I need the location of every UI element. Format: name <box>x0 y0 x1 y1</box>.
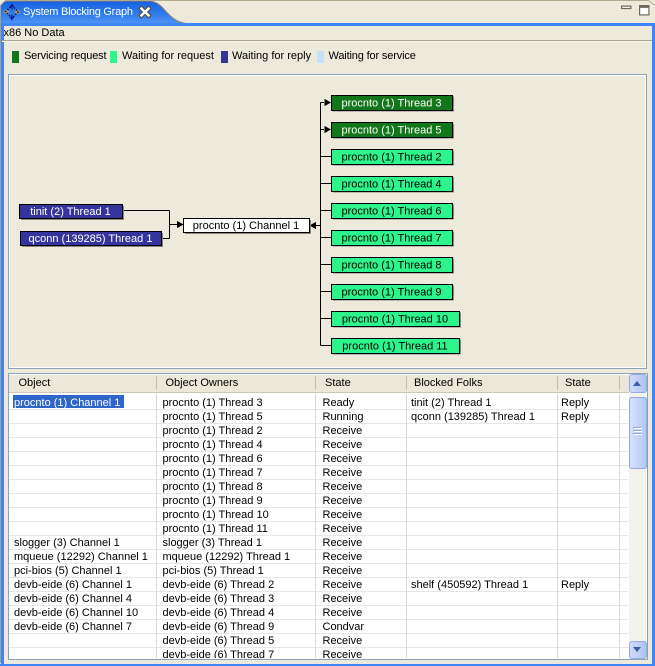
svg-text:procnto (1) Thread 10: procnto (1) Thread 10 <box>342 314 448 326</box>
svg-text:procnto (1) Channel 1: procnto (1) Channel 1 <box>193 220 299 232</box>
svg-text:tinit (2) Thread 1: tinit (2) Thread 1 <box>30 206 111 218</box>
svg-text:procnto (1) Thread 3: procnto (1) Thread 3 <box>341 98 441 110</box>
svg-text:procnto (1) Thread 4: procnto (1) Thread 4 <box>341 179 441 191</box>
svg-text:procnto (1) Thread 6: procnto (1) Thread 6 <box>341 206 441 218</box>
svg-text:procnto (1) Thread 9: procnto (1) Thread 9 <box>341 287 441 299</box>
svg-text:procnto (1) Thread 7: procnto (1) Thread 7 <box>341 233 441 245</box>
svg-text:procnto (1) Thread 8: procnto (1) Thread 8 <box>341 260 441 272</box>
svg-text:qconn (139285) Thread 1: qconn (139285) Thread 1 <box>29 233 153 245</box>
svg-text:procnto (1) Thread 2: procnto (1) Thread 2 <box>341 152 441 164</box>
svg-text:procnto (1) Thread 11: procnto (1) Thread 11 <box>342 341 447 353</box>
svg-text:procnto (1) Thread 5: procnto (1) Thread 5 <box>341 125 441 137</box>
